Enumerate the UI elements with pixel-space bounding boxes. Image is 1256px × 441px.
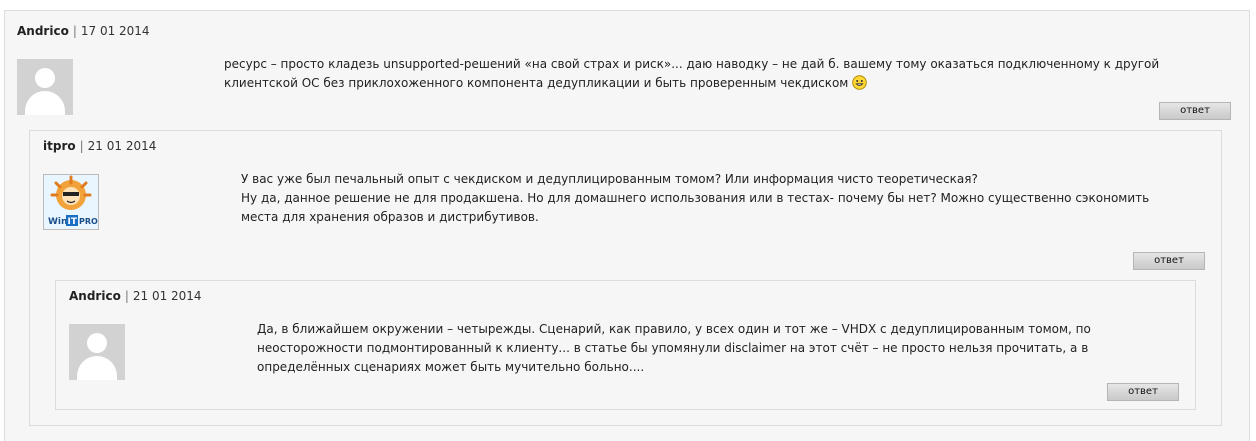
comment-date: 17 01 2014 [80,24,150,38]
avatar-default-icon [69,324,125,380]
comment-date: 21 01 2014 [132,289,202,303]
avatar-winitpro-icon: Win IT PRO [43,174,99,230]
comment-text-line: Ну да, данное решение не для продакшена.… [241,191,1150,205]
meta-separator: | [79,139,84,153]
comment-text-line: У вас уже был печальный опыт с чекдиском… [241,172,978,186]
comment-text-line: Да, в ближайшем окружении – четырежды. С… [257,322,1091,336]
comment-text: Да, в ближайшем окружении – четырежды. С… [257,320,1091,377]
avatar-default-icon [17,59,73,115]
comment-meta: itpro | 21 01 2014 [43,139,156,153]
comment-text: У вас уже был печальный опыт с чекдиском… [241,170,1149,227]
reply-button[interactable]: ответ [1159,102,1231,120]
winitpro-logo-icon: Win IT PRO [48,175,98,227]
svg-text:PRO: PRO [79,217,98,226]
reply-button[interactable]: ответ [1133,252,1205,270]
comment-meta: Andrico | 21 01 2014 [69,289,202,303]
comment-author[interactable]: itpro [43,139,76,153]
comment-author[interactable]: Andrico [17,24,69,38]
comment-text-line: ресурс – просто кладезь unsupported-реше… [224,57,1160,71]
comment-author[interactable]: Andrico [69,289,121,303]
svg-text:IT: IT [68,217,78,227]
comment-date: 21 01 2014 [87,139,157,153]
comment-andrico-2: Andrico | 21 01 2014 Да, в ближайшем окруж… [55,280,1196,410]
smiley-icon [852,75,867,90]
comment-text-line: клиентской ОС без приклохоженного компон… [224,76,849,90]
comment-meta: Andrico | 17 01 2014 [17,24,150,38]
meta-separator: | [124,289,129,303]
meta-separator: | [72,24,77,38]
comment-text: ресурс – просто кладезь unsupported-реше… [224,55,1159,93]
comment-text-line: определённых сценариях может быть мучите… [257,360,645,374]
svg-text:Win: Win [48,217,67,227]
comment-text-line: неосторожности подмонтированный к клиент… [257,341,1089,355]
comment-text-line: места для хранения образов и дистрибутив… [241,210,539,224]
reply-button[interactable]: ответ [1107,383,1179,401]
